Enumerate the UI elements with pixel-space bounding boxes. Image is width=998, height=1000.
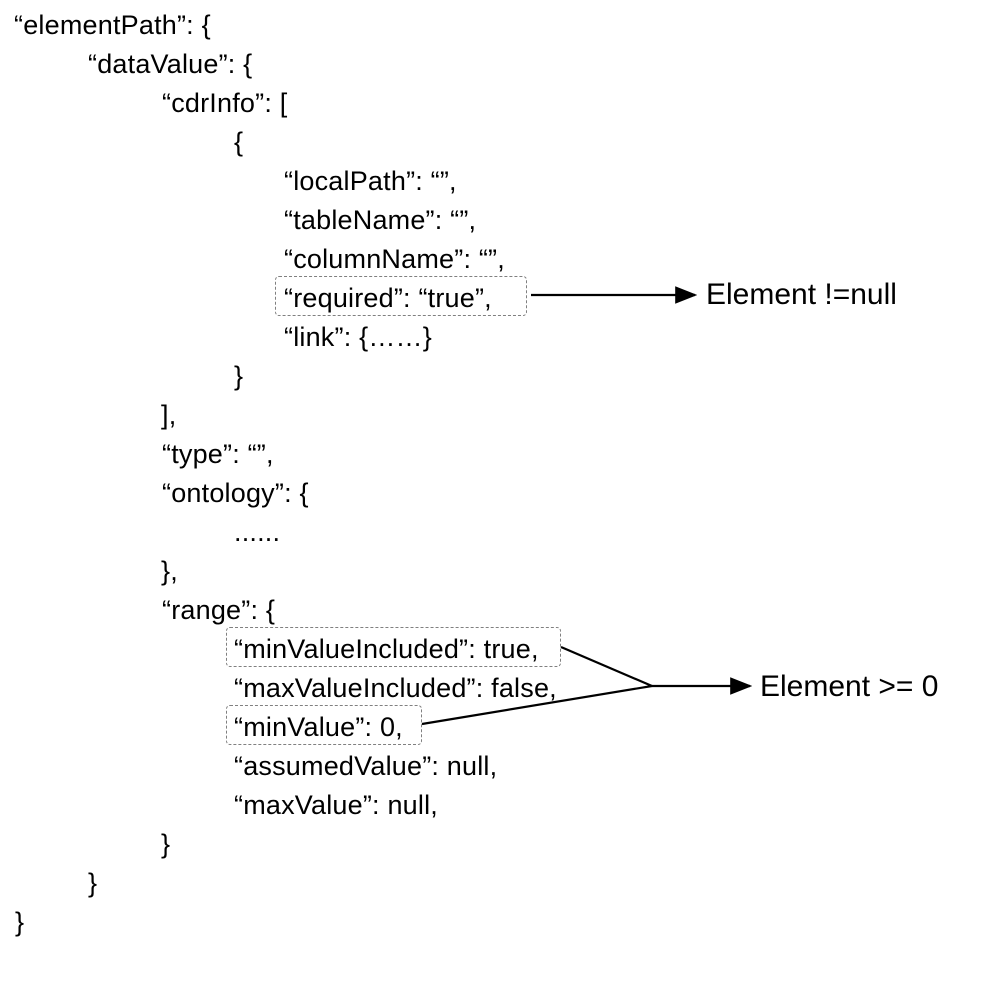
highlight-minvalueincluded [226,627,561,667]
diagram-stage: “elementPath”: { “dataValue”: { “cdrInfo… [0,0,998,1000]
code-line: “maxValueIncluded”: false, [234,673,557,704]
code-line: { [234,127,243,158]
code-line: ], [161,400,176,431]
code-line: “range”: { [162,595,275,626]
highlight-required [275,276,527,316]
code-line: }, [161,556,178,587]
annotation-gte-zero: Element >= 0 [760,670,938,704]
highlight-minvalue [226,705,422,745]
code-line: “localPath”: “”, [284,166,457,197]
connector-overlay [0,0,998,1000]
code-line: “cdrInfo”: [ [162,88,287,119]
code-line: } [234,361,243,392]
code-line: “ontology”: { [162,478,309,509]
code-line: “columnName”: “”, [284,244,505,275]
code-line: “dataValue”: { [88,49,252,80]
code-line: “type”: “”, [162,439,274,470]
annotation-not-null: Element !=null [706,278,897,312]
code-line: “tableName”: “”, [284,205,476,236]
code-line: ...... [234,517,280,548]
code-line: “maxValue”: null, [234,790,438,821]
code-line: “assumedValue”: null, [234,751,497,782]
code-line: } [161,829,170,860]
code-line: “elementPath”: { [14,10,211,41]
code-line: } [88,868,97,899]
code-line: } [15,907,24,938]
code-line: “link”: {……} [284,322,432,353]
